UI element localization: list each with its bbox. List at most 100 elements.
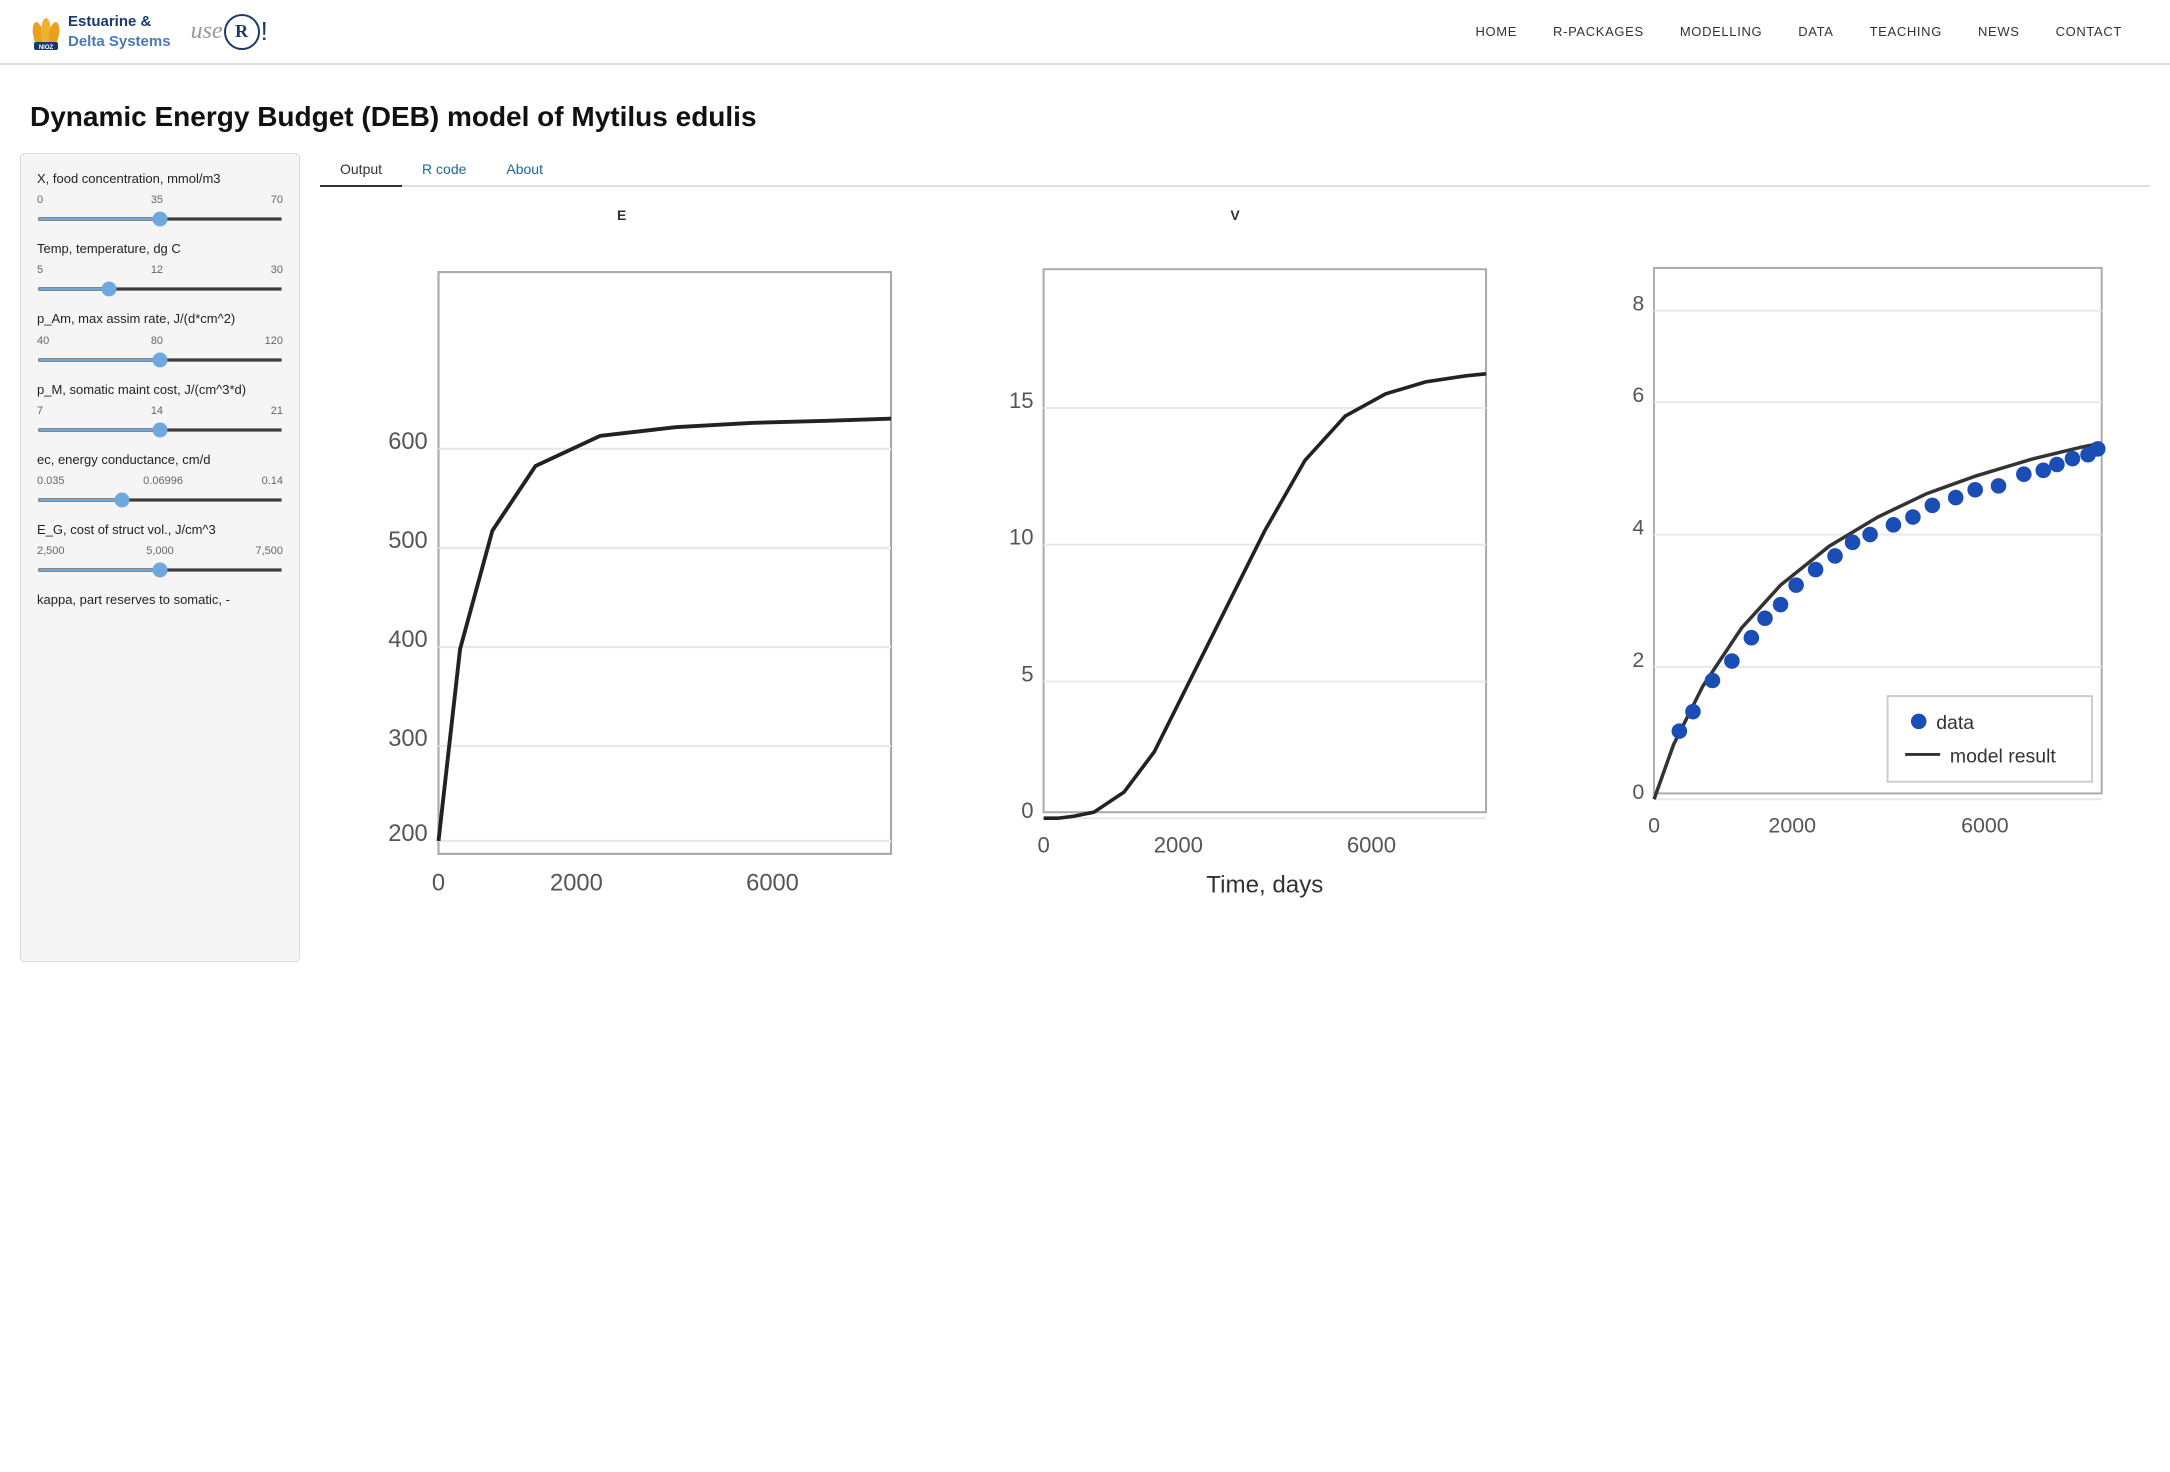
- svg-text:200: 200: [388, 821, 428, 847]
- chart-e-title: E: [320, 207, 923, 223]
- param-food-val: 35: [151, 194, 163, 206]
- svg-text:data: data: [1936, 712, 1974, 734]
- sidebar: X, food concentration, mmol/m3 0 35 70 T…: [20, 153, 300, 962]
- svg-text:400: 400: [388, 627, 428, 653]
- r-circle-icon: R: [224, 14, 260, 50]
- chart-v-title: V: [933, 207, 1536, 223]
- svg-text:NIOZ: NIOZ: [39, 45, 54, 50]
- param-food-max: 70: [271, 194, 283, 206]
- tab-output[interactable]: Output: [320, 153, 402, 187]
- logo-text-line1: Estuarine &: [68, 12, 171, 32]
- svg-text:5: 5: [1022, 661, 1034, 686]
- logo-area: NIOZ Estuarine & Delta Systems use R !: [30, 12, 268, 51]
- svg-text:0: 0: [432, 871, 445, 897]
- nav-teaching[interactable]: TEACHING: [1852, 16, 1960, 47]
- param-eg-val: 5,000: [146, 545, 174, 557]
- r-letter: R: [235, 21, 248, 42]
- param-pm: p_M, somatic maint cost, J/(cm^3*d) 7 14…: [37, 381, 283, 435]
- svg-text:0: 0: [1038, 832, 1050, 857]
- tabs-row: Output R code About: [320, 153, 2150, 187]
- param-ec-label: ec, energy conductance, cm/d: [37, 451, 283, 469]
- header: NIOZ Estuarine & Delta Systems use R ! H…: [0, 0, 2170, 64]
- param-temp-slider[interactable]: [37, 287, 283, 291]
- svg-text:0: 0: [1022, 798, 1034, 823]
- param-pm-slider[interactable]: [37, 428, 283, 432]
- param-kappa: kappa, part reserves to somatic, -: [37, 591, 283, 609]
- param-pam-label: p_Am, max assim rate, J/(d*cm^2): [37, 310, 283, 328]
- param-food-slider[interactable]: [37, 217, 283, 221]
- nav-news[interactable]: NEWS: [1960, 16, 2038, 47]
- nav-r-packages[interactable]: R-PACKAGES: [1535, 16, 1662, 47]
- param-ec: ec, energy conductance, cm/d 0.035 0.069…: [37, 451, 283, 505]
- chart-e: E 200 300 400 500 600: [320, 207, 923, 962]
- user-text: use: [191, 18, 223, 45]
- param-ec-val: 0.06996: [143, 475, 183, 487]
- param-pm-label: p_M, somatic maint cost, J/(cm^3*d): [37, 381, 283, 399]
- main-nav: HOME R-PACKAGES MODELLING DATA TEACHING …: [1457, 16, 2140, 47]
- param-temp-val: 12: [151, 264, 163, 276]
- svg-text:500: 500: [388, 528, 428, 554]
- svg-text:6: 6: [1632, 383, 1644, 407]
- logo-text-line2: Delta Systems: [68, 32, 171, 52]
- param-food-min: 0: [37, 194, 43, 206]
- exclamation-icon: !: [261, 16, 268, 47]
- svg-text:Time, days: Time, days: [1207, 872, 1324, 899]
- param-pam: p_Am, max assim rate, J/(d*cm^2) 40 80 1…: [37, 310, 283, 364]
- param-temp: Temp, temperature, dg C 5 12 30: [37, 240, 283, 294]
- param-temp-label: Temp, temperature, dg C: [37, 240, 283, 258]
- param-kappa-label: kappa, part reserves to somatic, -: [37, 591, 283, 609]
- param-pam-val: 80: [151, 335, 163, 347]
- nav-contact[interactable]: CONTACT: [2038, 16, 2140, 47]
- param-eg-min: 2,500: [37, 545, 65, 557]
- svg-text:0: 0: [1648, 813, 1660, 837]
- svg-text:300: 300: [388, 726, 428, 752]
- svg-text:6000: 6000: [746, 871, 799, 897]
- param-food: X, food concentration, mmol/m3 0 35 70: [37, 170, 283, 224]
- charts-row: E 200 300 400 500 600: [320, 207, 2150, 962]
- nav-data[interactable]: DATA: [1780, 16, 1851, 47]
- svg-text:2000: 2000: [550, 871, 603, 897]
- param-pam-slider[interactable]: [37, 358, 283, 362]
- param-eg-max: 7,500: [255, 545, 283, 557]
- svg-text:8: 8: [1632, 292, 1644, 316]
- svg-text:600: 600: [388, 429, 428, 455]
- tab-rcode[interactable]: R code: [402, 153, 486, 187]
- chart-v: V 0 5 10 15 0 2000 6000: [933, 207, 1536, 913]
- param-pam-min: 40: [37, 335, 49, 347]
- param-temp-max: 30: [271, 264, 283, 276]
- param-pam-max: 120: [265, 335, 283, 347]
- param-pm-max: 21: [271, 405, 283, 417]
- param-eg-slider[interactable]: [37, 568, 283, 572]
- param-ec-slider[interactable]: [37, 498, 283, 502]
- param-eg: E_G, cost of struct vol., J/cm^3 2,500 5…: [37, 521, 283, 575]
- param-pm-val: 14: [151, 405, 163, 417]
- content-area: Output R code About E 200 300 400 500 60…: [320, 153, 2150, 962]
- chart-l-svg: 0 2 4 6 8 0 2000 6000 Body lengt: [1547, 229, 2150, 891]
- svg-text:2000: 2000: [1154, 832, 1203, 857]
- page-title-area: Dynamic Energy Budget (DEB) model of Myt…: [0, 65, 2170, 153]
- svg-text:6000: 6000: [1961, 813, 2009, 837]
- svg-text:6000: 6000: [1347, 832, 1396, 857]
- svg-text:2000: 2000: [1768, 813, 1816, 837]
- param-food-label: X, food concentration, mmol/m3: [37, 170, 283, 188]
- chart-l: L 0 2 4 6 8 0 2000: [1547, 207, 2150, 891]
- param-ec-min: 0.035: [37, 475, 65, 487]
- page-title: Dynamic Energy Budget (DEB) model of Myt…: [30, 101, 2140, 133]
- chart-e-svg: 200 300 400 500 600 0 2000 6000: [320, 229, 923, 962]
- tab-about[interactable]: About: [486, 153, 563, 187]
- chart-v-svg: 0 5 10 15 0 2000 6000 Time, days: [933, 229, 1536, 913]
- flame-icon: NIOZ: [30, 14, 62, 50]
- svg-text:15: 15: [1009, 388, 1034, 413]
- svg-text:2: 2: [1632, 648, 1644, 672]
- svg-text:model result: model result: [1950, 745, 2057, 767]
- nioz-logo-icon: NIOZ Estuarine & Delta Systems: [30, 12, 171, 51]
- param-temp-min: 5: [37, 264, 43, 276]
- param-ec-max: 0.14: [262, 475, 283, 487]
- nav-home[interactable]: HOME: [1457, 16, 1535, 47]
- nav-modelling[interactable]: MODELLING: [1662, 16, 1780, 47]
- param-pm-min: 7: [37, 405, 43, 417]
- svg-text:4: 4: [1632, 516, 1644, 540]
- svg-text:10: 10: [1009, 525, 1034, 550]
- main-layout: X, food concentration, mmol/m3 0 35 70 T…: [0, 153, 2170, 992]
- user-logo: use R !: [191, 14, 268, 50]
